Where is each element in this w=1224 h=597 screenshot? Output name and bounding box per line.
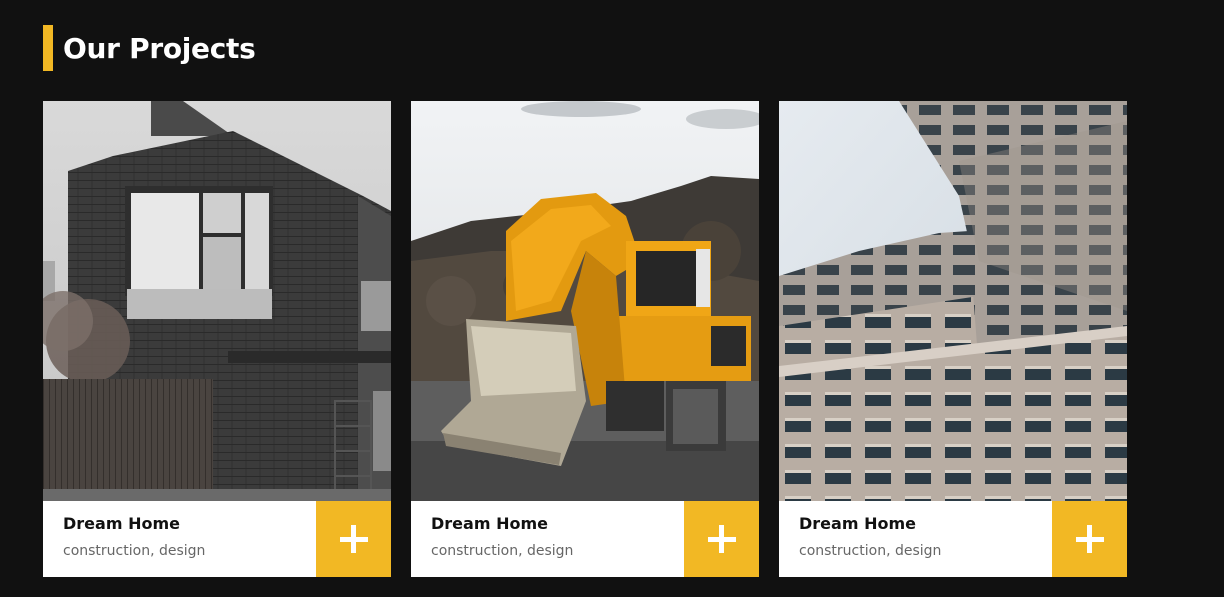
project-title[interactable]: Dream Home — [431, 514, 548, 533]
project-card[interactable]: Dream Home construction, design — [411, 101, 759, 577]
heading-accent-bar — [43, 25, 53, 71]
plus-button[interactable] — [1052, 501, 1127, 577]
project-card-footer: Dream Home construction, design — [779, 501, 1127, 577]
projects-section: Our Projects Dream Home construction, de… — [0, 0, 1224, 597]
project-card-footer: Dream Home construction, design — [43, 501, 391, 577]
section-heading: Our Projects — [43, 25, 256, 71]
project-tags: construction, design — [431, 543, 574, 559]
project-image-building[interactable] — [779, 101, 1127, 501]
project-card[interactable]: Dream Home construction, design — [779, 101, 1127, 577]
project-card[interactable]: Dream Home construction, design — [43, 101, 391, 577]
project-image-house[interactable] — [43, 101, 391, 501]
section-title: Our Projects — [63, 31, 256, 65]
project-image-excavator[interactable] — [411, 101, 759, 501]
project-tags: construction, design — [799, 543, 942, 559]
project-tags: construction, design — [63, 543, 206, 559]
project-title[interactable]: Dream Home — [63, 514, 180, 533]
project-title[interactable]: Dream Home — [799, 514, 916, 533]
plus-button[interactable] — [316, 501, 391, 577]
project-card-footer: Dream Home construction, design — [411, 501, 759, 577]
plus-button[interactable] — [684, 501, 759, 577]
